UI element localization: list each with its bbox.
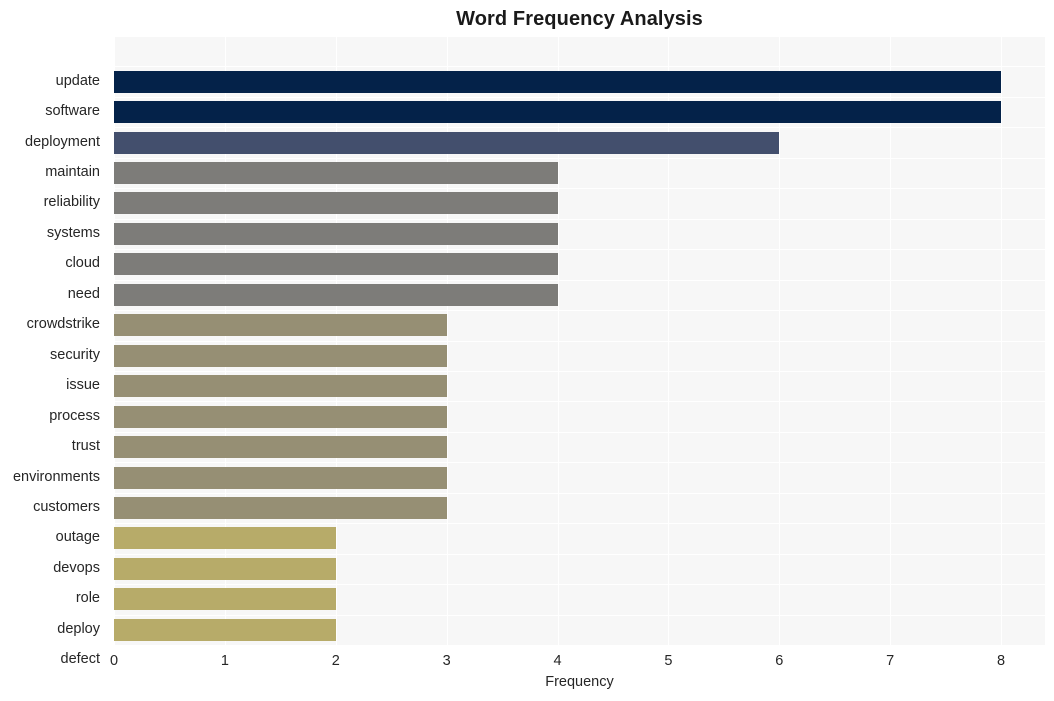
gridline-horizontal — [114, 432, 1045, 433]
gridline-horizontal — [114, 584, 1045, 585]
y-axis-tick-label: deploy — [57, 620, 100, 637]
gridline-horizontal — [114, 554, 1045, 555]
y-axis-tick-label: defect — [60, 651, 101, 668]
bar[interactable] — [114, 344, 447, 367]
y-axis-tick-label: update — [55, 72, 100, 89]
bar[interactable] — [114, 131, 780, 154]
gridline-horizontal — [114, 97, 1045, 98]
y-axis-tick-label: maintain — [45, 164, 100, 181]
chart-title: Word Frequency Analysis — [456, 8, 703, 30]
bar[interactable] — [114, 436, 447, 459]
gridline-horizontal — [114, 188, 1045, 189]
bar[interactable] — [114, 496, 447, 519]
y-axis-tick-label: need — [67, 285, 100, 302]
gridline-horizontal — [114, 280, 1045, 281]
bar[interactable] — [114, 375, 447, 398]
bar[interactable] — [114, 527, 336, 550]
y-axis-tick-label: outage — [55, 529, 100, 546]
gridline-horizontal — [114, 219, 1045, 220]
bar[interactable] — [114, 253, 558, 276]
y-axis-tick-label: systems — [46, 224, 100, 241]
y-axis-tick-label: role — [75, 590, 100, 607]
bar[interactable] — [114, 314, 447, 337]
x-axis-tick-label: 8 — [996, 653, 1006, 669]
y-axis-tick-label: customers — [33, 498, 100, 515]
bar[interactable] — [114, 283, 558, 306]
y-axis-tick-label: security — [50, 346, 100, 363]
gridline-horizontal — [114, 158, 1045, 159]
word-frequency-bar-chart: Word Frequency Analysis update software de… — [0, 0, 1054, 701]
gridline-horizontal — [114, 66, 1045, 67]
bar[interactable] — [114, 557, 336, 580]
y-axis-tick-label: trust — [71, 438, 100, 455]
gridline-horizontal — [114, 615, 1045, 616]
gridline-horizontal — [114, 523, 1045, 524]
bar[interactable] — [114, 192, 558, 215]
gridline-horizontal — [114, 249, 1045, 250]
x-axis-tick-label: 3 — [442, 653, 451, 669]
gridline-horizontal — [114, 341, 1045, 342]
y-axis-tick-label: process — [49, 407, 100, 424]
bar[interactable] — [114, 618, 336, 641]
x-axis-title: Frequency — [545, 674, 614, 690]
bar[interactable] — [114, 588, 336, 611]
y-axis-tick-label: crowdstrike — [26, 316, 100, 333]
gridline-horizontal — [114, 310, 1045, 311]
plot-area — [114, 36, 1045, 645]
x-axis-tick-label: 7 — [886, 653, 895, 669]
x-axis-tick-labels: 0 1 2 3 4 5 6 7 8 — [110, 645, 1045, 675]
bar[interactable] — [114, 162, 558, 185]
gridline-horizontal — [114, 127, 1045, 128]
x-axis-tick-label: 2 — [331, 653, 340, 669]
gridline-horizontal — [114, 401, 1045, 402]
bar[interactable] — [114, 101, 1001, 124]
y-axis-tick-label: cloud — [65, 255, 100, 272]
y-axis-tick-label: software — [45, 103, 100, 120]
x-axis-tick-label: 1 — [220, 653, 229, 669]
y-axis-tick-label: reliability — [43, 194, 100, 211]
x-axis-tick-label: 0 — [109, 653, 119, 669]
x-axis-tick-label: 5 — [664, 653, 673, 669]
bar[interactable] — [114, 222, 558, 245]
x-axis-tick-label: 4 — [553, 653, 562, 669]
gridline-horizontal — [114, 36, 1045, 37]
gridline-horizontal — [114, 371, 1045, 372]
gridline-horizontal — [114, 462, 1045, 463]
bar[interactable] — [114, 466, 447, 489]
bar[interactable] — [114, 70, 1001, 93]
y-axis-tick-label: issue — [66, 377, 100, 394]
y-axis-tick-label: deployment — [25, 133, 100, 150]
y-axis-tick-label: devops — [53, 559, 100, 576]
bar[interactable] — [114, 405, 447, 428]
x-axis-tick-label: 6 — [775, 653, 784, 669]
gridline-horizontal — [114, 493, 1045, 494]
y-axis-tick-label: environments — [12, 468, 100, 485]
y-axis-tick-labels: update software deployment maintain reliabil… — [0, 36, 106, 666]
